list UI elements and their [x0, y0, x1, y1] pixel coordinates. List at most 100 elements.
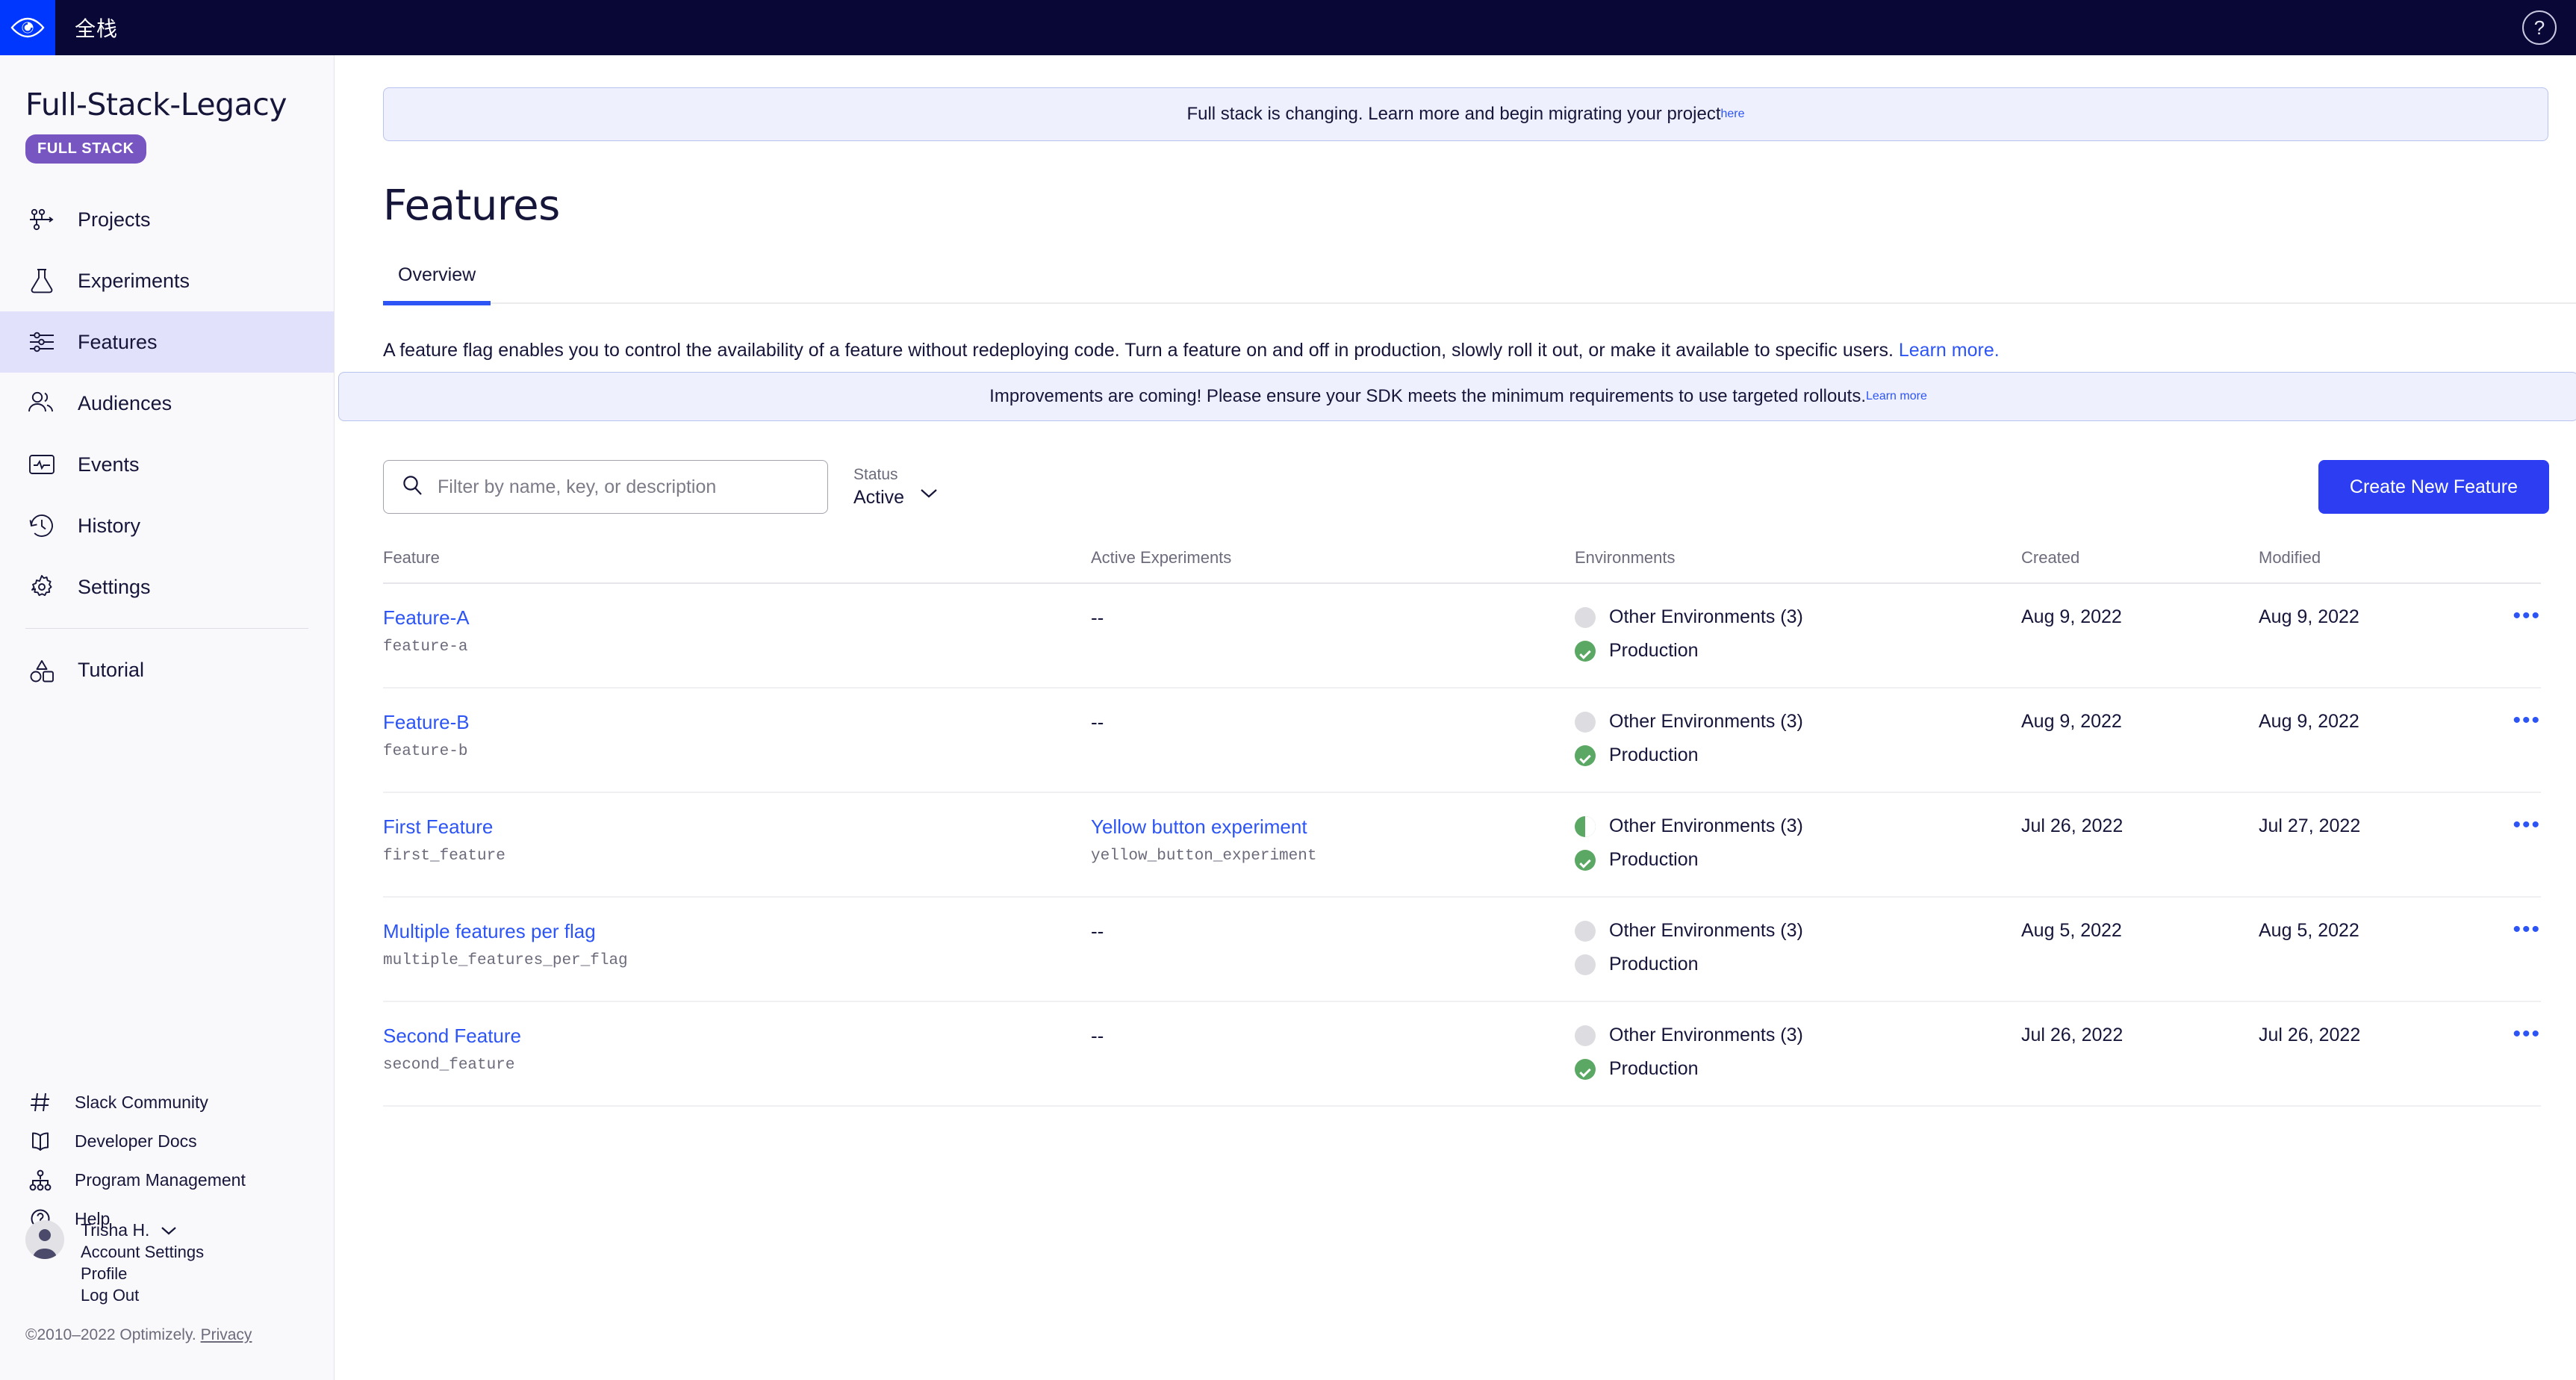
environments-cell: Other Environments (3) Production — [1575, 1025, 2021, 1080]
sidebar-link-program-management[interactable]: Program Management — [0, 1160, 335, 1199]
optimizely-eye-logo[interactable] — [0, 0, 55, 55]
sidebar-item-history[interactable]: History — [0, 495, 334, 556]
chevron-down-icon — [918, 482, 940, 505]
create-new-feature-button[interactable]: Create New Feature — [2318, 460, 2549, 514]
row-actions-menu-icon[interactable]: ••• — [2496, 1025, 2541, 1044]
copyright: ©2010–2022 Optimizely. Privacy — [25, 1326, 252, 1344]
environment-label: Production — [1609, 954, 1699, 975]
modified-date: Aug 9, 2022 — [2259, 606, 2496, 628]
environment-label: Production — [1609, 849, 1699, 871]
help-circle-icon[interactable]: ? — [2522, 10, 2557, 45]
feature-name-link[interactable]: Second Feature — [383, 1025, 1091, 1048]
sidebar-item-audiences[interactable]: Audiences — [0, 373, 334, 434]
row-actions-menu-icon[interactable]: ••• — [2496, 920, 2541, 939]
feature-name-link[interactable]: Multiple features per flag — [383, 920, 1091, 943]
status-filter-dropdown[interactable]: Status Active — [853, 466, 945, 509]
experiment-empty: -- — [1091, 606, 1575, 630]
table-row: Feature-Afeature-a--Other Environments (… — [383, 584, 2541, 689]
sidebar-item-features[interactable]: Features — [0, 311, 334, 373]
status-enabled-icon — [1575, 1059, 1596, 1080]
sidebar-item-label: Projects — [78, 208, 151, 231]
gear-icon — [25, 571, 58, 603]
environment-line: Other Environments (3) — [1575, 815, 2021, 837]
account-menu-trigger[interactable]: Trisha H. — [81, 1220, 204, 1240]
environments-cell: Other Environments (3) Production — [1575, 711, 2021, 766]
feature-key: first_feature — [383, 848, 1091, 865]
sidebar-item-label: Experiments — [78, 270, 190, 293]
account-link-log-out[interactable]: Log Out — [81, 1286, 204, 1305]
flask-icon — [25, 264, 58, 297]
environment-label: Other Environments (3) — [1609, 711, 1803, 733]
environment-line: Other Environments (3) — [1575, 1025, 2021, 1046]
created-date: Aug 9, 2022 — [2021, 711, 2259, 733]
experiment-name-link[interactable]: Yellow button experiment — [1091, 815, 1575, 839]
sidebar-link-label: Program Management — [75, 1170, 246, 1190]
account-link-profile[interactable]: Profile — [81, 1264, 204, 1284]
feature-name-link[interactable]: Feature-A — [383, 606, 1091, 630]
sidebar-link-developer-docs[interactable]: Developer Docs — [0, 1122, 335, 1160]
column-header-environments: Environments — [1575, 548, 2021, 568]
topbar-product-label: 全栈 — [75, 13, 118, 43]
modified-date: Jul 26, 2022 — [2259, 1025, 2496, 1046]
project-type-badge: FULL STACK — [25, 134, 146, 164]
row-actions-menu-icon[interactable]: ••• — [2496, 606, 2541, 626]
search-box[interactable] — [383, 460, 828, 514]
active-experiments-cell: -- — [1091, 1025, 1575, 1048]
sidebar-item-projects[interactable]: Projects — [0, 189, 334, 250]
migration-banner-link[interactable]: here — [1721, 108, 1745, 121]
top-bar: 全栈 ? — [0, 0, 2576, 55]
sdk-requirements-banner: Improvements are coming! Please ensure y… — [338, 372, 2576, 421]
experiment-empty: -- — [1091, 1025, 1575, 1048]
sidebar-item-label: Settings — [78, 576, 151, 599]
environment-label: Production — [1609, 745, 1699, 766]
environments-cell: Other Environments (3) Production — [1575, 815, 2021, 871]
table-row: Second Featuresecond_feature--Other Envi… — [383, 1002, 2541, 1107]
projects-icon — [25, 203, 58, 236]
user-avatar-icon[interactable] — [25, 1220, 64, 1259]
environments-cell: Other Environments (3) Production — [1575, 606, 2021, 662]
environment-line: Other Environments (3) — [1575, 606, 2021, 628]
main-content: Full stack is changing. Learn more and b… — [335, 55, 2576, 1380]
status-enabled-icon — [1575, 641, 1596, 662]
column-header-active-experiments: Active Experiments — [1091, 548, 1575, 568]
table-row: First Feature first_featureYellow button … — [383, 793, 2541, 898]
feature-cell: First Feature first_feature — [383, 815, 1091, 865]
environment-label: Other Environments (3) — [1609, 606, 1803, 628]
events-chart-icon — [25, 448, 58, 481]
search-input[interactable] — [438, 476, 811, 498]
feature-cell: Feature-Afeature-a — [383, 606, 1091, 656]
sidebar-item-events[interactable]: Events — [0, 434, 334, 495]
chevron-down-icon — [160, 1220, 178, 1240]
environment-label: Production — [1609, 640, 1699, 662]
feature-cell: Second Featuresecond_feature — [383, 1025, 1091, 1074]
row-actions-menu-icon[interactable]: ••• — [2496, 711, 2541, 730]
row-actions-menu-icon[interactable]: ••• — [2496, 815, 2541, 835]
sidebar-item-experiments[interactable]: Experiments — [0, 250, 334, 311]
page-description-link[interactable]: Learn more. — [1899, 340, 2000, 361]
sdk-banner-link[interactable]: Learn more — [1866, 390, 1927, 403]
environment-line: Production — [1575, 1058, 2021, 1080]
column-header-actions — [2496, 548, 2541, 568]
experiment-key: yellow_button_experiment — [1091, 848, 1575, 865]
sidebar-item-label: Tutorial — [78, 659, 144, 682]
sidebar-link-slack-community[interactable]: Slack Community — [0, 1083, 335, 1122]
table-toolbar: Status Active Create New Feature — [383, 460, 2549, 514]
account-link-account-settings[interactable]: Account Settings — [81, 1243, 204, 1262]
privacy-link[interactable]: Privacy — [201, 1326, 252, 1343]
tab-bar: Overview — [383, 264, 2576, 304]
tab-overview[interactable]: Overview — [383, 264, 491, 305]
feature-name-link[interactable]: First Feature — [383, 815, 1091, 839]
sidebar-item-settings[interactable]: Settings — [0, 556, 334, 618]
sidebar-divider — [25, 628, 308, 629]
org-chart-icon — [25, 1165, 55, 1195]
feature-cell: Feature-Bfeature-b — [383, 711, 1091, 760]
feature-name-link[interactable]: Feature-B — [383, 711, 1091, 734]
environment-line: Production — [1575, 745, 2021, 766]
sidebar-link-label: Slack Community — [75, 1092, 208, 1113]
experiment-empty: -- — [1091, 711, 1575, 734]
active-experiments-cell: Yellow button experiment yellow_button_ex… — [1091, 815, 1575, 865]
created-date: Aug 5, 2022 — [2021, 920, 2259, 942]
environment-label: Other Environments (3) — [1609, 1025, 1803, 1046]
created-date: Jul 26, 2022 — [2021, 815, 2259, 837]
sidebar-item-tutorial[interactable]: Tutorial — [0, 639, 334, 700]
